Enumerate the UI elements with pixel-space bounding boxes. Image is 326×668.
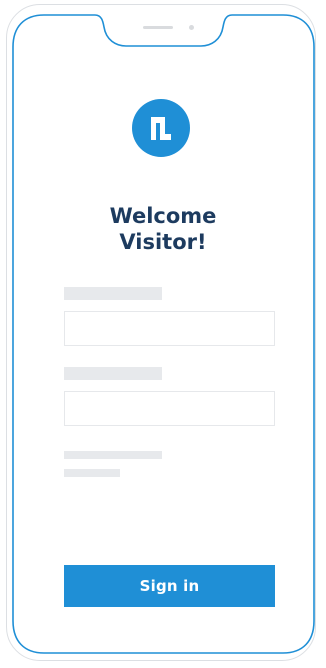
logo-glyph	[151, 117, 171, 140]
sign-in-button[interactable]: Sign in	[64, 565, 275, 607]
welcome-title-line-1: Welcome	[109, 204, 217, 228]
text-placeholder-line-1	[64, 451, 162, 459]
username-input[interactable]	[64, 311, 275, 346]
welcome-title-line-2: Visitor!	[119, 230, 207, 254]
brand-logo-icon	[132, 99, 190, 157]
camera-icon	[189, 25, 194, 30]
text-placeholder-line-2	[64, 469, 120, 477]
password-input[interactable]	[64, 391, 275, 426]
speaker-icon	[143, 26, 173, 29]
field-label-placeholder-1	[64, 287, 162, 300]
field-label-placeholder-2	[64, 367, 162, 380]
